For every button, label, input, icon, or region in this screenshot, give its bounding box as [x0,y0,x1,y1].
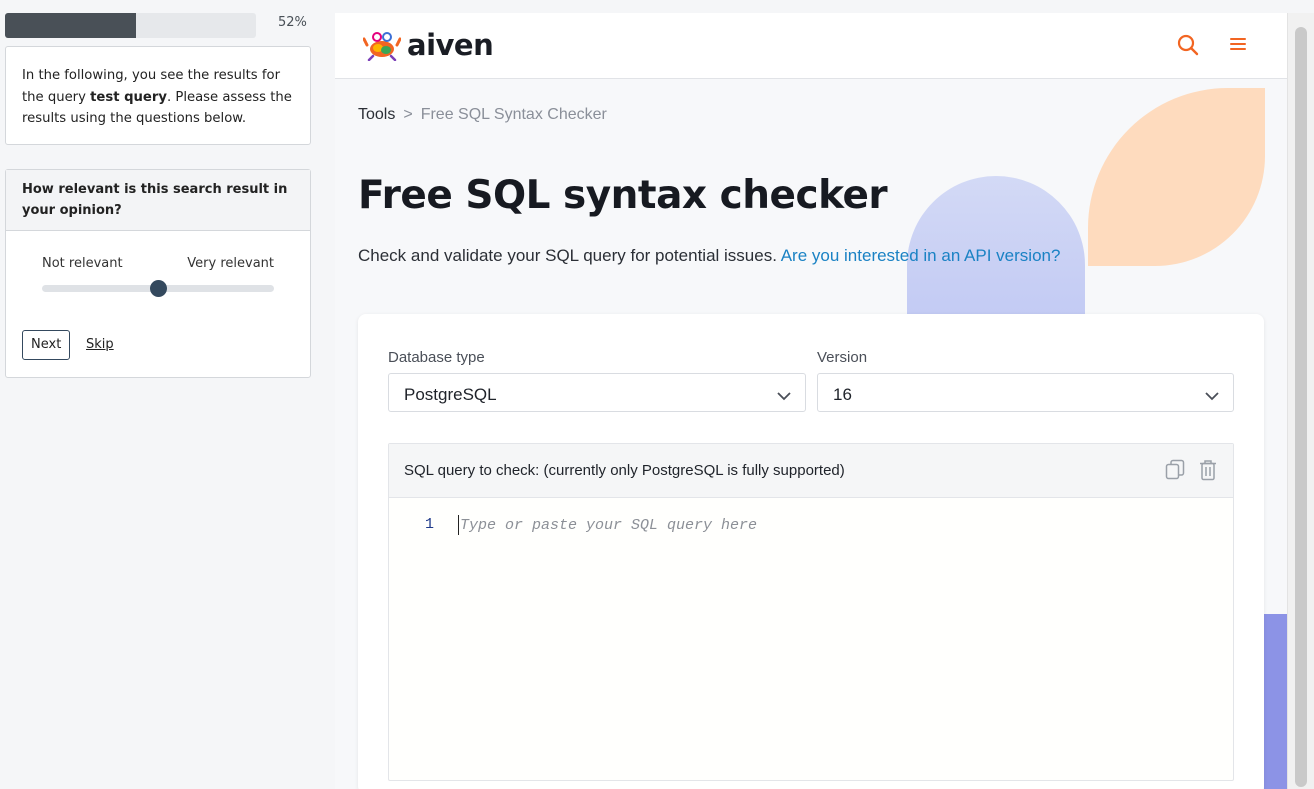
sql-query-input[interactable]: Type or paste your SQL query here [460,517,757,534]
editor-header-text: SQL query to check: (currently only Post… [404,462,845,479]
version-select[interactable]: 16 [817,373,1234,412]
breadcrumb: Tools > Free SQL Syntax Checker [358,106,607,124]
text-caret [458,515,459,535]
slider-labels: Not relevant Very relevant [42,256,274,271]
api-version-link[interactable]: Are you interested in an API version? [781,246,1061,265]
search-icon[interactable] [1177,34,1199,61]
breadcrumb-tools-link[interactable]: Tools [358,106,395,123]
skip-link[interactable]: Skip [86,337,114,352]
line-number: 1 [425,516,435,533]
progress-label: 52% [278,15,307,30]
version-value: 16 [833,385,852,404]
logo-wordmark: aiven [407,28,494,62]
crab-logo-icon [363,32,401,61]
slider-max-label: Very relevant [187,256,274,271]
website-frame: aiven Tools > Free SQL Syntax Checker Free… [335,13,1287,789]
chevron-down-icon [1205,386,1219,406]
scrollbar-thumb[interactable] [1295,27,1307,787]
progress-fill [5,13,136,38]
breadcrumb-current: Free SQL Syntax Checker [420,106,607,123]
page-title: Free SQL syntax checker [358,173,888,218]
relevance-slider[interactable] [42,280,274,297]
editor-header: SQL query to check: (currently only Post… [389,444,1233,498]
database-type-value: PostgreSQL [404,385,497,404]
sql-editor[interactable]: SQL query to check: (currently only Post… [388,443,1234,781]
hamburger-menu-icon[interactable] [1230,37,1246,56]
copy-icon[interactable] [1165,459,1185,485]
page-scrollbar[interactable] [1287,13,1314,789]
database-type-select[interactable]: PostgreSQL [388,373,806,412]
sql-checker-form: Database type PostgreSQL Version 16 SQL … [358,314,1264,789]
progress-bar [5,13,256,38]
question-title: How relevant is this search result in yo… [6,170,310,231]
intro-card: In the following, you see the results fo… [5,46,311,145]
decorative-shape-purple [1264,614,1287,789]
decorative-shape-orange [1088,88,1265,266]
slider-min-label: Not relevant [42,256,123,271]
database-type-label: Database type [388,349,485,366]
breadcrumb-separator: > [403,106,413,123]
aiven-logo[interactable]: aiven [363,28,494,62]
page-description: Check and validate your SQL query for po… [358,246,1060,266]
intro-query: test query [90,89,167,105]
trash-icon[interactable] [1199,459,1217,485]
question-card: How relevant is this search result in yo… [5,169,311,378]
site-header: aiven [335,13,1287,79]
chevron-down-icon [777,386,791,406]
version-label: Version [817,349,868,366]
next-button[interactable]: Next [22,330,71,360]
slider-thumb[interactable] [150,280,167,297]
lede-text: Check and validate your SQL query for po… [358,246,781,265]
